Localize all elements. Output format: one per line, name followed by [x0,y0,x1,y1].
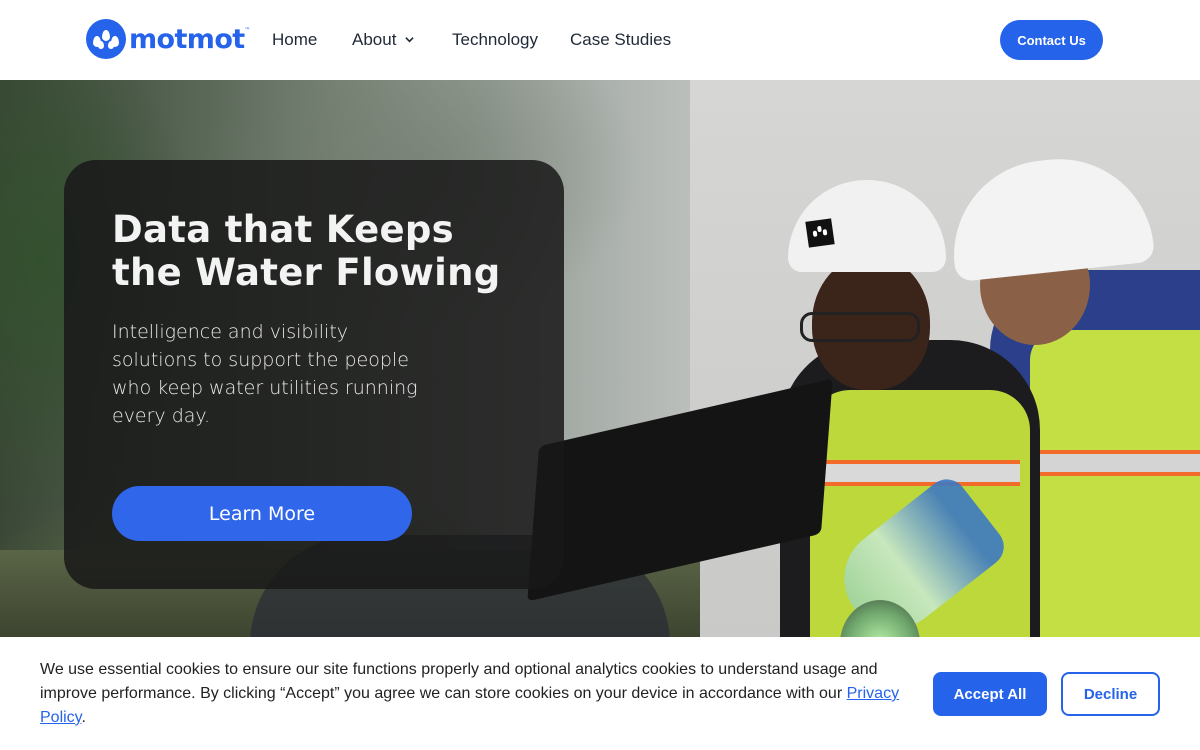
hero-title: Data that Keeps the Water Flowing [112,208,501,294]
hero-card: Data that Keeps the Water Flowing Intell… [64,160,564,589]
cookie-message: We use essential cookies to ensure our s… [40,658,910,730]
site-header: motmot ™ Home About Technology Case Studi… [0,0,1200,80]
trademark-mark: ™ [244,26,250,34]
chevron-down-icon [405,36,415,42]
worker-right-vest-stripe [1035,450,1200,476]
hard-hat-logo-badge [805,218,835,248]
nav-about[interactable]: About [352,30,415,50]
contact-us-button[interactable]: Contact Us [1000,20,1103,60]
worker-left-glasses [800,312,920,342]
water-drops-logo-icon [86,19,126,59]
nav-home[interactable]: Home [272,30,317,50]
nav-about-label: About [352,30,397,49]
worker-left-vest-stripe [820,460,1020,486]
decline-button[interactable]: Decline [1061,672,1160,716]
nav-technology[interactable]: Technology [452,30,538,50]
nav-case-studies[interactable]: Case Studies [570,30,671,50]
hero-subtitle: Intelligence and visibility solutions to… [112,321,418,427]
worker-right-vest [1030,330,1200,637]
cookie-banner: We use essential cookies to ensure our s… [0,637,1200,750]
cookie-message-end: . [81,709,86,726]
cookie-message-text: We use essential cookies to ensure our s… [40,661,878,702]
accept-all-button[interactable]: Accept All [933,672,1047,716]
logo-link[interactable]: motmot ™ [86,19,250,59]
learn-more-button[interactable]: Learn More [112,486,412,541]
brand-name: motmot ™ [129,23,250,55]
